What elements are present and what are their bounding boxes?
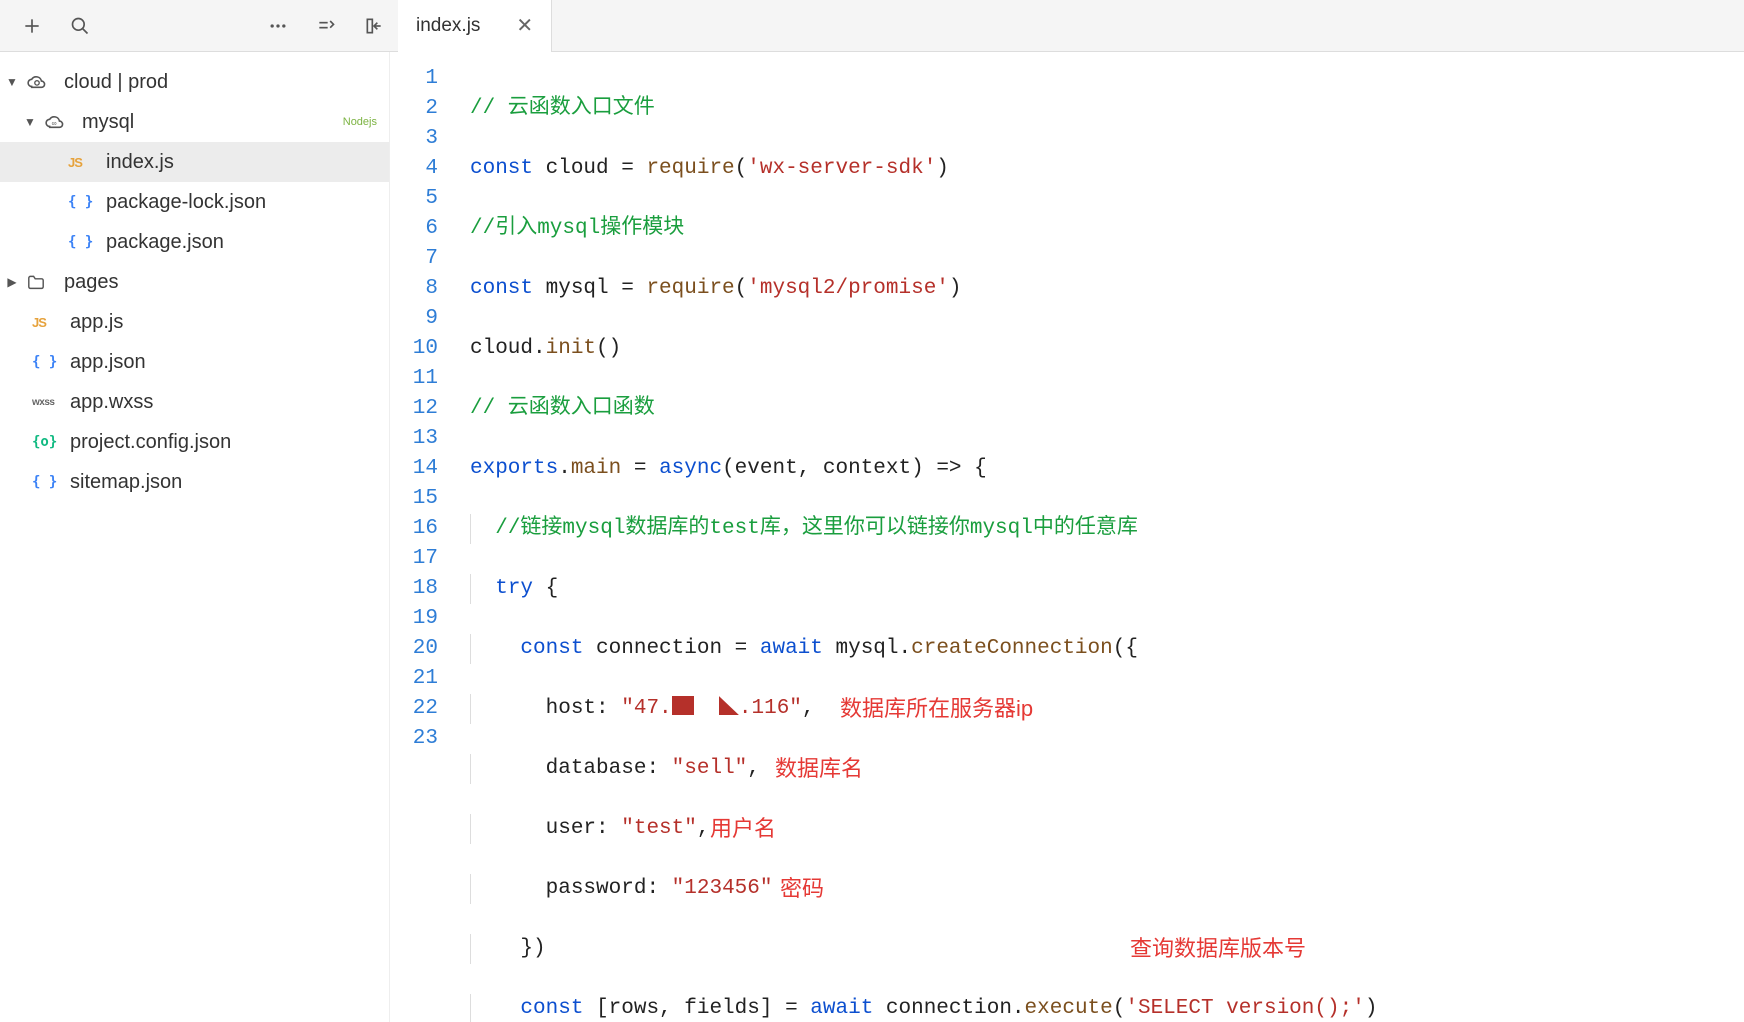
search-button[interactable] <box>56 2 104 50</box>
wxss-icon: wxss <box>32 397 62 408</box>
annotation-database: 数据库名 <box>775 754 863 784</box>
tree-folder-mysql[interactable]: ▼ ∞ mysql Nodejs <box>0 102 389 142</box>
tree-folder-cloud-prod[interactable]: ▼ cloud | prod <box>0 62 389 102</box>
json-icon: { } <box>32 354 62 370</box>
tree-label: sitemap.json <box>70 471 182 494</box>
js-icon: JS <box>32 315 62 330</box>
folder-icon <box>26 274 56 290</box>
tree-label: cloud | prod <box>64 71 168 94</box>
tree-label: index.js <box>106 151 174 174</box>
tree-file-sitemap-json[interactable]: { } sitemap.json <box>0 462 389 502</box>
chevron-right-icon: ▶ <box>6 275 18 289</box>
tree-file-app-wxss[interactable]: wxss app.wxss <box>0 382 389 422</box>
tree-file-app-json[interactable]: { } app.json <box>0 342 389 382</box>
config-icon: {o} <box>32 434 62 450</box>
tree-file-index-js[interactable]: JS index.js <box>0 142 389 182</box>
js-icon: JS <box>68 155 98 170</box>
file-explorer: ▼ cloud | prod ▼ ∞ mysql Nodejs JS index… <box>0 52 390 1022</box>
tree-file-project-config[interactable]: {o} project.config.json <box>0 422 389 462</box>
svg-text:∞: ∞ <box>51 120 56 128</box>
tab-title: index.js <box>416 15 480 37</box>
tree-file-package-lock[interactable]: { } package-lock.json <box>0 182 389 222</box>
annotation-host: 数据库所在服务器ip <box>840 694 1033 724</box>
nodejs-badge: Nodejs <box>343 116 377 128</box>
cloud-function-icon: ∞ <box>44 114 74 130</box>
line-gutter: 1234567891011121314151617181920212223 <box>390 52 452 1022</box>
chevron-down-icon: ▼ <box>24 115 36 129</box>
toolbar: index.js ✕ <box>0 0 1744 52</box>
more-button[interactable] <box>254 2 302 50</box>
tree-label: app.wxss <box>70 391 153 414</box>
tree-label: mysql <box>82 111 134 134</box>
tree-label: package-lock.json <box>106 191 266 214</box>
tree-label: package.json <box>106 231 224 254</box>
close-icon[interactable]: ✕ <box>516 13 533 38</box>
tab-index-js[interactable]: index.js ✕ <box>398 0 552 52</box>
tree-label: app.js <box>70 311 123 334</box>
code-area[interactable]: // 云函数入口文件 const cloud = require('wx-ser… <box>452 52 1744 1022</box>
tree-label: app.json <box>70 351 146 374</box>
redacted-ip-part <box>672 696 694 715</box>
collapse-button[interactable] <box>302 2 350 50</box>
tab-bar: index.js ✕ <box>398 0 552 52</box>
panel-toggle-button[interactable] <box>350 2 398 50</box>
annotation-query: 查询数据库版本号 <box>1130 934 1306 964</box>
tree-file-package-json[interactable]: { } package.json <box>0 222 389 262</box>
annotation-user: 用户名 <box>710 814 776 844</box>
annotation-password: 密码 <box>780 874 824 904</box>
tree-label: project.config.json <box>70 431 231 454</box>
tree-folder-pages[interactable]: ▶ pages <box>0 262 389 302</box>
add-button[interactable] <box>8 2 56 50</box>
code-editor[interactable]: 1234567891011121314151617181920212223 //… <box>390 52 1744 1022</box>
tree-label: pages <box>64 271 119 294</box>
json-icon: { } <box>68 234 98 250</box>
json-icon: { } <box>32 474 62 490</box>
redacted-ip-part <box>719 696 739 715</box>
cloud-icon <box>26 74 56 90</box>
json-icon: { } <box>68 194 98 210</box>
tree-file-app-js[interactable]: JS app.js <box>0 302 389 342</box>
chevron-down-icon: ▼ <box>6 75 18 89</box>
